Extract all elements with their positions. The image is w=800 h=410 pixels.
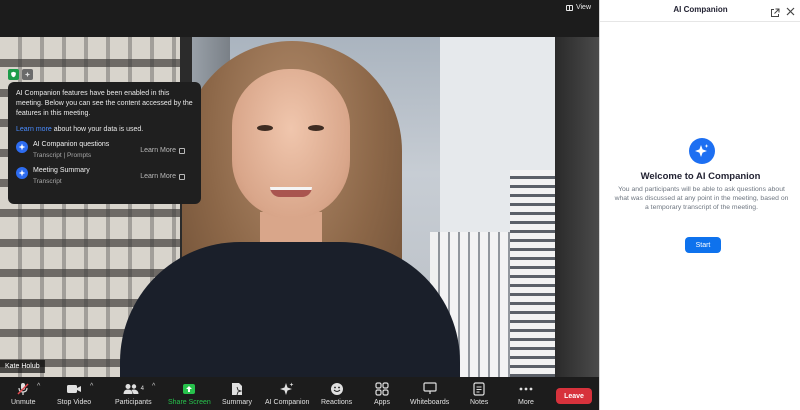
ai-sparkle-indicator-icon[interactable] bbox=[22, 69, 33, 80]
feature-title: AI Companion questions bbox=[33, 141, 110, 148]
participants-icon: 4 bbox=[123, 381, 144, 396]
video-camera-icon bbox=[66, 381, 82, 396]
zoom-meeting-window: View Kate Holub AI Companion features ha… bbox=[0, 0, 800, 410]
whiteboard-icon bbox=[423, 381, 437, 396]
reactions-button[interactable]: Reactions bbox=[321, 381, 352, 406]
meeting-area: View Kate Holub AI Companion features ha… bbox=[0, 0, 599, 410]
view-button[interactable]: View bbox=[565, 4, 591, 11]
reactions-label: Reactions bbox=[321, 399, 353, 406]
unmute-label: Unmute bbox=[11, 399, 36, 406]
shield-icon[interactable] bbox=[8, 69, 19, 80]
summary-label: Summary bbox=[222, 399, 252, 406]
summary-document-icon bbox=[231, 381, 243, 396]
ai-companion-info-popup: AI Companion features have been enabled … bbox=[8, 82, 201, 204]
whiteboards-button[interactable]: Whiteboards bbox=[410, 381, 449, 406]
panel-header: AI Companion bbox=[600, 0, 800, 22]
notes-icon bbox=[473, 381, 485, 396]
video-options-chevron-up-icon[interactable]: ^ bbox=[90, 383, 93, 390]
notes-button[interactable]: Notes bbox=[470, 381, 488, 406]
external-link-icon bbox=[179, 147, 185, 154]
ai-companion-button[interactable]: AI Companion bbox=[265, 381, 309, 406]
reactions-smiley-icon bbox=[330, 381, 344, 396]
share-screen-button[interactable]: Share Screen bbox=[168, 381, 211, 406]
unmute-button[interactable]: Unmute bbox=[11, 381, 36, 406]
participant-body bbox=[120, 242, 460, 377]
apps-label: Apps bbox=[374, 399, 390, 406]
muted-microphone-icon bbox=[16, 381, 30, 396]
participants-button[interactable]: 4 Participants bbox=[115, 381, 152, 406]
whiteboards-label: Whiteboards bbox=[410, 399, 450, 406]
participants-count: 4 bbox=[140, 385, 144, 392]
welcome-heading: Welcome to AI Companion bbox=[640, 171, 761, 182]
sparkle-icon bbox=[16, 167, 28, 179]
stop-video-label: Stop Video bbox=[57, 399, 92, 406]
feature-learn-more-link[interactable]: Learn More bbox=[140, 147, 185, 154]
feature-sources: Transcript | Prompts bbox=[33, 152, 92, 159]
sparkle-icon bbox=[16, 141, 28, 153]
grid-view-icon bbox=[565, 4, 573, 11]
meeting-top-bar: View bbox=[0, 0, 599, 37]
participant-mouth bbox=[270, 187, 312, 197]
apps-icon bbox=[375, 381, 389, 396]
ai-sparkle-icon bbox=[280, 381, 294, 396]
feature-ai-companion-questions: AI Companion questions Transcript | Prom… bbox=[16, 141, 193, 159]
learn-more-label: Learn More bbox=[140, 147, 176, 154]
more-ellipsis-icon bbox=[519, 381, 533, 396]
popup-intro-text: AI Companion features have been enabled … bbox=[16, 90, 193, 117]
participants-options-chevron-up-icon[interactable]: ^ bbox=[152, 383, 155, 390]
feature-title: Meeting Summary bbox=[33, 167, 90, 174]
leave-button[interactable]: Leave bbox=[556, 388, 592, 404]
feature-sources: Transcript bbox=[33, 178, 62, 185]
more-label: More bbox=[518, 399, 534, 406]
participant-eye bbox=[308, 125, 324, 131]
share-screen-icon bbox=[182, 381, 196, 396]
ai-companion-label: AI Companion bbox=[265, 399, 310, 406]
external-link-icon bbox=[179, 173, 185, 180]
participants-label: Participants bbox=[115, 399, 152, 406]
ai-companion-sparkle-icon bbox=[689, 138, 715, 164]
learn-more-suffix: about how your data is used. bbox=[51, 126, 144, 133]
summary-button[interactable]: Summary bbox=[222, 381, 252, 406]
feature-learn-more-link[interactable]: Learn More bbox=[140, 173, 185, 180]
close-icon[interactable] bbox=[785, 4, 796, 16]
feature-meeting-summary: Meeting Summary Transcript Learn More bbox=[16, 167, 193, 185]
audio-options-chevron-up-icon[interactable]: ^ bbox=[37, 383, 40, 390]
participant-name-tag: Kate Holub bbox=[0, 360, 45, 373]
notes-label: Notes bbox=[470, 399, 489, 406]
ai-companion-panel: AI Companion Welcome to AI Companion You… bbox=[599, 0, 800, 410]
stop-video-button[interactable]: Stop Video bbox=[57, 381, 91, 406]
popup-learn-line: Learn more about how your data is used. bbox=[16, 126, 193, 133]
meeting-controls-toolbar: Unmute ^ Stop Video ^ 4 Participants ^ S… bbox=[0, 377, 599, 410]
participant-eye bbox=[257, 125, 273, 131]
welcome-description: You and participants will be able to ask… bbox=[614, 186, 789, 211]
more-button[interactable]: More bbox=[518, 381, 534, 406]
view-button-label: View bbox=[575, 4, 591, 11]
pop-out-icon[interactable] bbox=[770, 5, 780, 17]
start-button[interactable]: Start bbox=[685, 237, 721, 253]
learn-more-link[interactable]: Learn more bbox=[16, 126, 52, 133]
apps-button[interactable]: Apps bbox=[374, 381, 390, 406]
window-frame bbox=[555, 37, 599, 377]
learn-more-label: Learn More bbox=[140, 173, 176, 180]
share-screen-label: Share Screen bbox=[168, 399, 211, 406]
security-indicators bbox=[8, 69, 33, 80]
